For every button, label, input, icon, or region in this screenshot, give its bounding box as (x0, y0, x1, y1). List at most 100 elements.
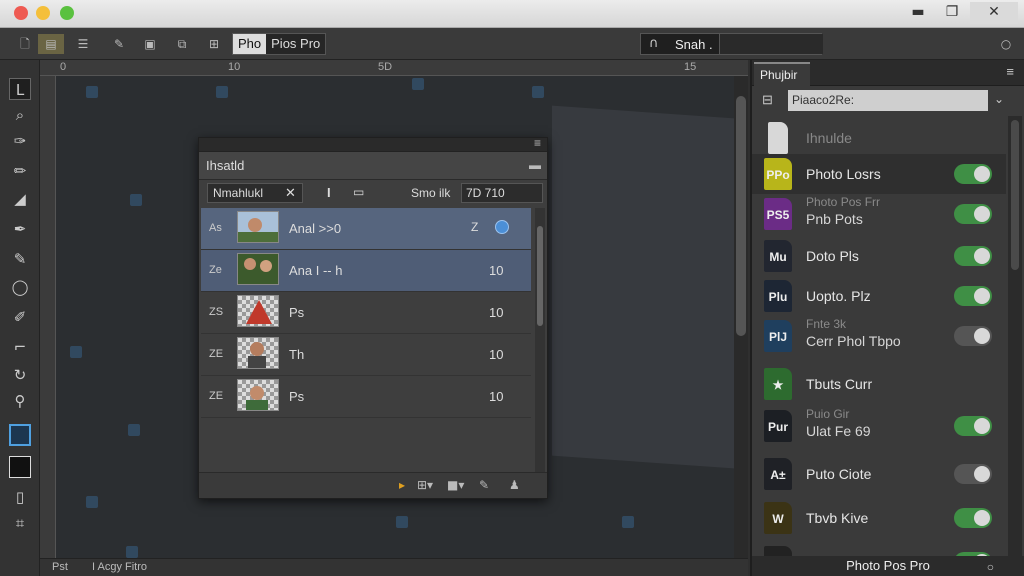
dialog-filter-bar: Nmahlukl ✕ I ▭ Smo ilk 7D 710 (207, 183, 543, 205)
table-row[interactable]: Ze Ana I -- h 10 (201, 250, 531, 292)
dialog-grip[interactable]: ≡ (199, 136, 547, 152)
layer-list: As Anal >>0 Z Ze Ana I -- h 10 ZS Ps 10 … (201, 208, 531, 418)
apps-search-input[interactable]: Piaaco2Re: (788, 90, 988, 111)
text-icon[interactable]: I (327, 185, 331, 200)
app-list-item[interactable]: PS5 Photo Pos Frr Pnb Pots (752, 194, 1006, 234)
edit-icon[interactable]: ✎ (479, 478, 489, 492)
filter-icon[interactable]: ⊟ (762, 92, 773, 108)
app-list-item[interactable]: Plu Uopto. Plz (752, 276, 1006, 316)
table-row[interactable]: ZS Ps 10 (201, 292, 531, 334)
visibility-toggle-icon[interactable] (495, 220, 509, 234)
app-list-item[interactable]: A± Puto Ciote (752, 454, 1006, 494)
clipboard-tool-icon[interactable]: ▯ (9, 486, 31, 508)
app-toggle[interactable] (954, 246, 992, 266)
document-icon[interactable]: 🗋 (16, 34, 34, 54)
app-list-item[interactable]: EoHso Mustor (752, 542, 1006, 556)
clipboard-icon[interactable]: ▤ (38, 34, 64, 54)
clear-filter-icon[interactable]: ✕ (285, 185, 296, 201)
title-bar: ▬ ❐ ✕ (0, 0, 1024, 28)
app-list-item[interactable]: PlJ Fnte 3k Cerr Phol Tbpo (752, 316, 1006, 356)
background-window (552, 105, 734, 469)
chevron-down-icon[interactable]: ⌄ (994, 92, 1004, 106)
canvas-speck (216, 86, 228, 98)
tools-panel: L ⌕ ✑ ✏ ◢ ✒ ✎ ◯ ✐ ⌐ ↻ ⚲ ▯ ⌗ (0, 60, 40, 576)
app-icon: Eo (764, 546, 792, 556)
canvas-scrollbar[interactable] (734, 76, 748, 558)
canvas-speck (622, 516, 634, 528)
lasso-tool-icon[interactable]: ✑ (9, 130, 31, 152)
user-icon[interactable]: ♟ (509, 478, 520, 492)
apps-scrollbar[interactable] (1008, 116, 1022, 556)
toolbar-search[interactable]: ∩ Snah . (640, 33, 823, 55)
new-layer-icon[interactable]: ⊞▾ (417, 478, 433, 492)
tab-phujbir[interactable]: Phujbir (754, 62, 810, 86)
zoom-tool-icon[interactable]: ⚲ (9, 390, 31, 412)
move-tool-icon[interactable]: L (9, 78, 31, 100)
layer-thumbnail (237, 295, 279, 327)
app-toggle[interactable] (954, 508, 992, 528)
hook-tool-icon[interactable]: ⌐ (9, 336, 31, 358)
pen-tool-icon[interactable]: ✒ (9, 218, 31, 240)
canvas-speck (86, 86, 98, 98)
app-list-item[interactable]: Ihnulde (752, 118, 1006, 158)
marquee-tool-icon[interactable]: ⌕ (9, 104, 31, 126)
panel-menu-icon[interactable]: ≡ (534, 136, 541, 150)
status-bar: Pst I Acgy Fitro (40, 558, 748, 576)
layers-icon[interactable]: ▣ (140, 34, 160, 54)
app-list-item[interactable]: W Tbvb Kive (752, 498, 1006, 538)
crop-tool-icon[interactable]: ⌗ (9, 512, 31, 534)
close-traffic-light[interactable] (14, 6, 28, 20)
foreground-color-icon[interactable] (9, 424, 31, 446)
dialog-footer: ▸ ⊞▾ ■▾ ✎ ♟ (199, 472, 547, 498)
eraser-tool-icon[interactable]: ◢ (9, 188, 31, 210)
app-toggle[interactable] (954, 416, 992, 436)
pencil-tool-icon[interactable]: ✏ (9, 160, 31, 182)
dialog-scroll-thumb[interactable] (537, 226, 543, 326)
mask-icon[interactable]: ■▾ (447, 478, 464, 492)
minimize-traffic-light[interactable] (36, 6, 50, 20)
canvas-scroll-thumb[interactable] (736, 96, 746, 336)
app-name: Doto Pls (806, 248, 859, 264)
tab-pho[interactable]: Pho (233, 34, 267, 54)
search-input[interactable] (719, 34, 823, 54)
status-circle-icon[interactable]: ○ (987, 560, 994, 574)
restore-button[interactable]: ❐ (938, 2, 966, 24)
panel-menu-icon[interactable]: ≡ (1006, 64, 1014, 79)
close-button[interactable]: ✕ (970, 2, 1018, 24)
table-row[interactable]: ZE Th 10 (201, 334, 531, 376)
app-toggle[interactable] (954, 164, 992, 184)
rotate-tool-icon[interactable]: ↻ (9, 364, 31, 386)
app-name: Ulat Fe 69 (806, 423, 871, 439)
app-list-item[interactable]: PPo Photo Losrs (752, 154, 1006, 194)
play-icon[interactable]: ▸ (399, 478, 405, 492)
smudge-tool-icon[interactable]: ✐ (9, 306, 31, 328)
app-list-item[interactable]: Mu Doto Pls (752, 236, 1006, 276)
table-row[interactable]: As Anal >>0 Z (201, 208, 531, 250)
app-toggle[interactable] (954, 204, 992, 224)
app-name: Ihnulde (806, 130, 852, 146)
app-list-item[interactable]: ★ Tbuts Curr (752, 364, 1006, 404)
zoom-traffic-light[interactable] (60, 6, 74, 20)
collapse-icon[interactable]: ▬ (529, 158, 541, 172)
list-icon[interactable]: ☰ (68, 34, 98, 54)
brush-icon[interactable]: ✎ (104, 34, 134, 54)
table-row[interactable]: ZE Ps 10 (201, 376, 531, 418)
dialog-scrollbar[interactable] (535, 208, 545, 498)
app-icon: PlJ (764, 320, 792, 352)
app-toggle[interactable] (954, 464, 992, 484)
apps-scroll-thumb[interactable] (1011, 120, 1019, 270)
minimize-button[interactable]: ▬ (904, 2, 932, 24)
shape-tool-icon[interactable]: ◯ (9, 276, 31, 298)
tab-pios-pro[interactable]: Pios Pro (266, 34, 325, 54)
settings-icon[interactable]: ○ (996, 34, 1016, 54)
background-color-icon[interactable] (9, 456, 31, 478)
app-toggle[interactable] (954, 326, 992, 346)
row-name: Anal >>0 (289, 221, 342, 236)
brush-tool-icon[interactable]: ✎ (9, 248, 31, 270)
app-toggle[interactable] (954, 286, 992, 306)
filter-field[interactable]: 7D 710 (461, 183, 543, 203)
save-icon[interactable]: ⧉ (172, 34, 192, 54)
grid-icon[interactable]: ⊞ (204, 34, 224, 54)
folder-icon[interactable]: ▭ (353, 185, 364, 199)
app-list-item[interactable]: Pur Puio Gir Ulat Fe 69 (752, 406, 1006, 446)
